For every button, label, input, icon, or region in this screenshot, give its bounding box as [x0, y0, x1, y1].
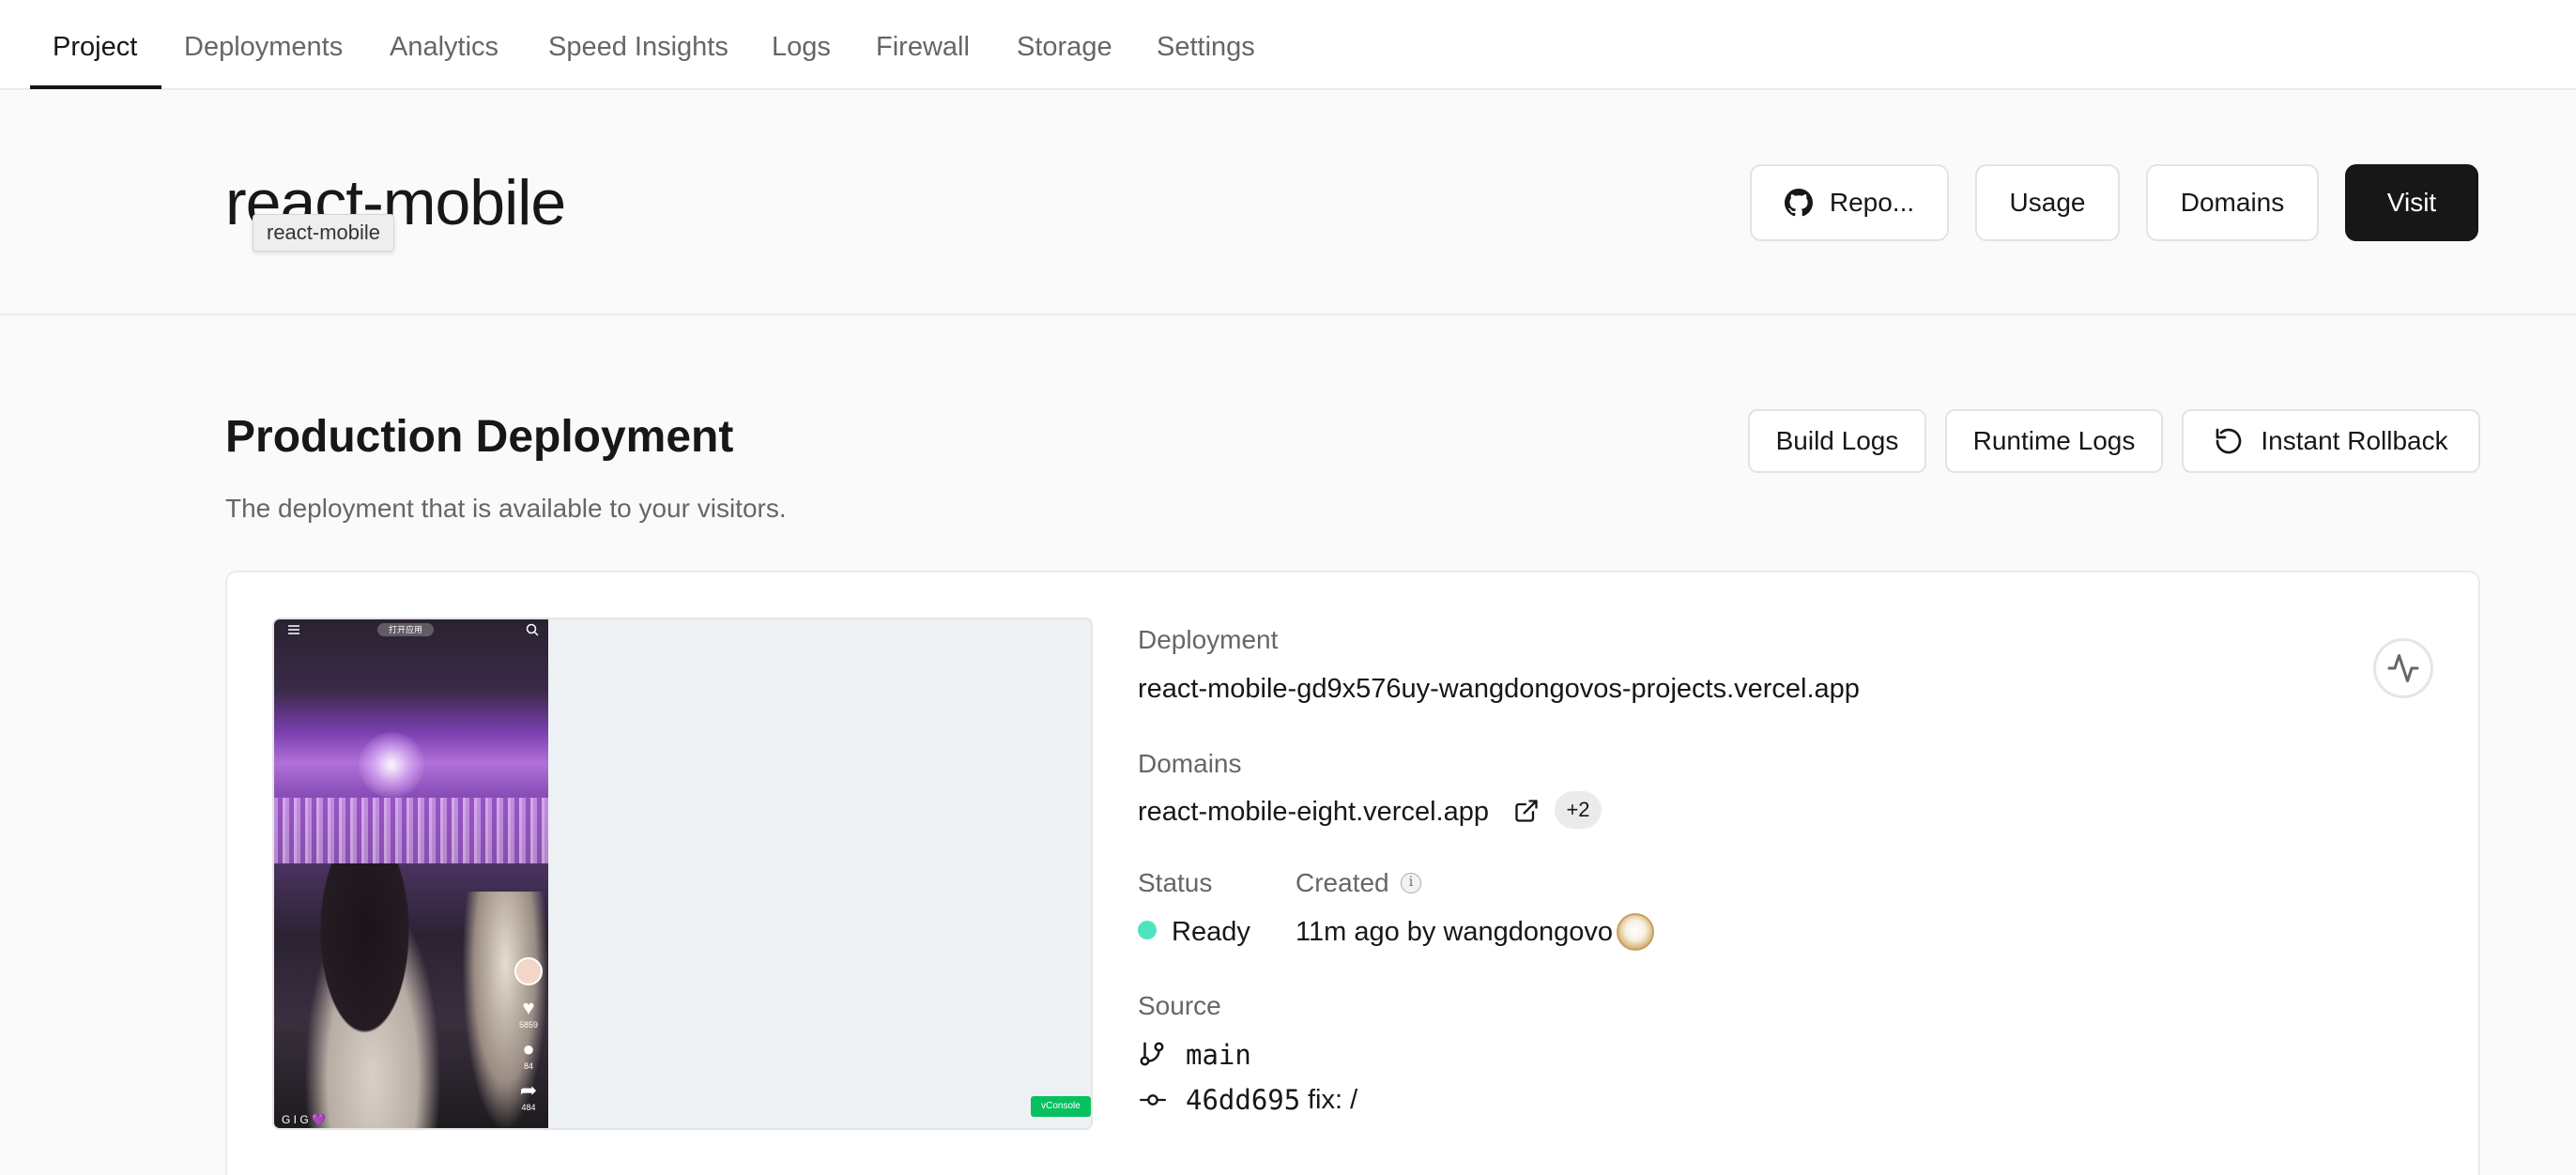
created-label: Created [1296, 868, 1389, 897]
activity-icon-button[interactable] [2373, 638, 2433, 698]
github-icon [1784, 189, 1813, 217]
tab-logs[interactable]: Logs [772, 30, 831, 64]
status-ready-dot [1138, 921, 1157, 939]
deployment-label: Deployment [1138, 625, 1279, 654]
heart-icon: ♥ [522, 996, 535, 1019]
section-subtitle: The deployment that is available to your… [225, 494, 787, 523]
extra-domains-badge[interactable]: +2 [1555, 791, 1602, 829]
active-tab-indicator [30, 85, 161, 89]
tab-storage[interactable]: Storage [1017, 30, 1112, 64]
rollback-icon [2216, 428, 2242, 454]
primary-domain-link[interactable]: react-mobile-eight.vercel.app [1138, 795, 1489, 829]
search-icon [526, 623, 539, 636]
comment-count: 84 [523, 1061, 533, 1071]
repository-button-label: Repo... [1829, 188, 1915, 217]
repository-button[interactable]: Repo... [1750, 164, 1949, 241]
external-link-icon[interactable] [1513, 798, 1540, 824]
runtime-logs-button[interactable]: Runtime Logs [1945, 409, 2163, 473]
preview-side-actions: ♥ 5859 ● 84 ➦ 484 [513, 957, 544, 1121]
tab-analytics[interactable]: Analytics [390, 30, 498, 64]
crowd-lights [274, 798, 548, 863]
git-branch-icon [1140, 1042, 1164, 1066]
tab-firewall[interactable]: Firewall [876, 30, 970, 64]
section-title: Production Deployment [225, 412, 734, 462]
stage-light [359, 732, 424, 798]
share-count: 484 [521, 1103, 536, 1112]
created-value: 11m ago by wangdongovo [1296, 917, 1614, 947]
share-icon: ➦ [519, 1078, 538, 1102]
domains-button[interactable]: Domains [2146, 164, 2319, 241]
creator-avatar [514, 957, 543, 985]
user-avatar[interactable] [1617, 913, 1654, 951]
usage-button[interactable]: Usage [1975, 164, 2120, 241]
vconsole-badge: vConsole [1031, 1096, 1091, 1117]
like-count: 5859 [518, 1020, 539, 1030]
tab-project[interactable]: Project [53, 30, 137, 64]
preview-screenshot: 打开应用 ♥ 5859 ● 84 ➦ 484 G I G 💜 [274, 619, 548, 1128]
tab-deployments[interactable]: Deployments [184, 30, 343, 64]
tab-speed-insights[interactable]: Speed Insights [548, 30, 728, 64]
instant-rollback-button[interactable]: Instant Rollback [2182, 409, 2480, 473]
project-header: react-mobile react-mobile Repo... Usage … [0, 90, 2576, 315]
commit-hash[interactable]: 46dd695 [1186, 1083, 1300, 1117]
activity-icon [2387, 654, 2419, 682]
preview-caption: G I G 💜 [282, 1113, 326, 1126]
menu-icon [288, 625, 299, 634]
comment-icon: ● [522, 1037, 535, 1061]
deployment-url[interactable]: react-mobile-gd9x576uy-wangdongovos-proj… [1138, 672, 1860, 706]
deployment-preview[interactable]: 打开应用 ♥ 5859 ● 84 ➦ 484 G I G 💜 vConsole [272, 618, 1093, 1130]
open-app-pill: 打开应用 [377, 623, 434, 636]
source-branch[interactable]: main [1186, 1038, 1251, 1072]
commit-message: fix: / [1308, 1085, 1358, 1115]
top-nav: Project Deployments Analytics Speed Insi… [0, 0, 2576, 90]
instant-rollback-label: Instant Rollback [2261, 426, 2448, 455]
info-icon[interactable]: i [1401, 873, 1421, 893]
visit-button[interactable]: Visit [2345, 164, 2478, 241]
status-value: Ready [1172, 917, 1250, 947]
status-label: Status [1138, 868, 1213, 897]
domains-label: Domains [1138, 749, 1242, 778]
git-commit-icon [1140, 1094, 1166, 1106]
tab-settings[interactable]: Settings [1157, 30, 1255, 64]
build-logs-button[interactable]: Build Logs [1748, 409, 1926, 473]
project-title-tooltip: react-mobile [253, 214, 395, 252]
source-label: Source [1138, 991, 1221, 1020]
preview-topbar: 打开应用 [274, 619, 548, 640]
concert-person [293, 863, 452, 1128]
